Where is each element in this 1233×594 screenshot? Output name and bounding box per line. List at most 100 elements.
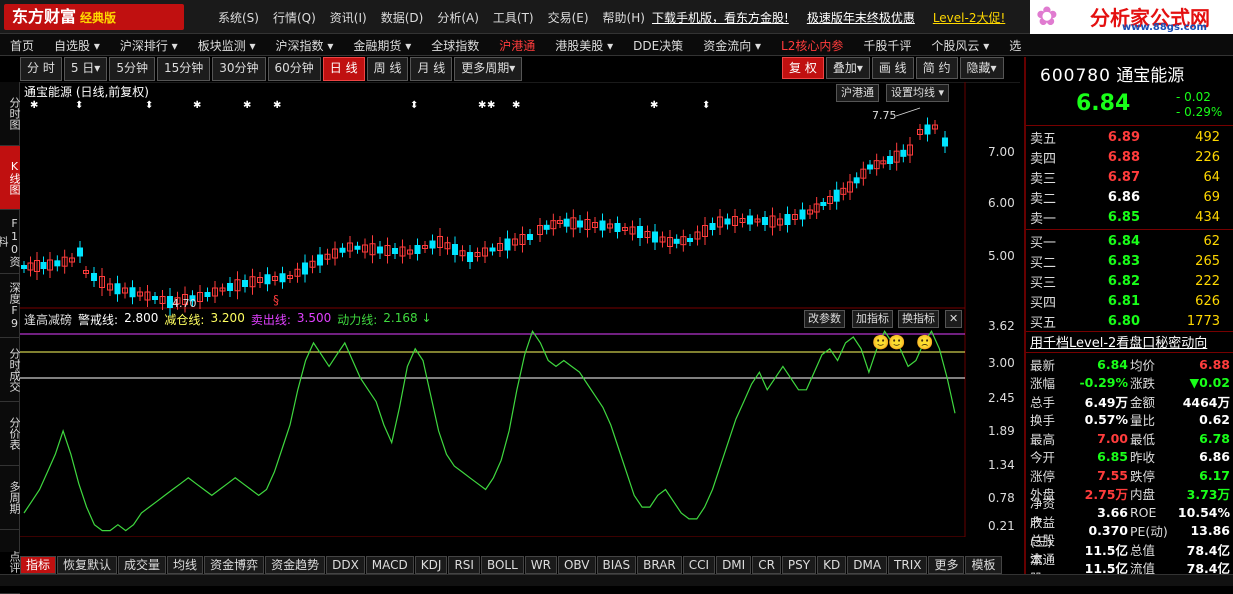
indicator-tab[interactable]: OBV [557, 556, 596, 574]
indicator-tab[interactable]: PSY [781, 556, 817, 574]
indicator-tab[interactable]: 资金博弈 [204, 556, 265, 574]
switch-indicator-button[interactable]: 换指标 [898, 310, 939, 328]
chart-area: 通宝能源 (日线,前复权) 7.00 6.00 5.00 ✱ ⬍ ⬍ ✱ ✱ ✱ ⬍ ✱ ✱ ✱ ✱ ⬍ … [20, 81, 1020, 552]
promo-speed-link[interactable]: 极速版年末终极优惠 [807, 9, 915, 26]
quote-row: 外盘 2.75万 内盘 3.73万 [1030, 485, 1230, 504]
nav-item[interactable]: 选 [999, 34, 1031, 55]
nav-item[interactable]: DDE决策 [623, 34, 693, 55]
menu-item[interactable]: 交易(E) [548, 9, 589, 26]
period-tab[interactable]: 5分钟 [109, 57, 155, 81]
menu-item[interactable]: 行情(Q) [273, 9, 316, 26]
period-tab[interactable]: 分 时 [20, 57, 62, 81]
indicator-tab[interactable]: BRAR [637, 556, 682, 574]
indicator-tab[interactable]: 恢复默认 [57, 556, 118, 574]
nav-item[interactable]: 首页 [0, 34, 44, 55]
order-volume: 492 [1195, 129, 1220, 145]
order-price: 6.84 [1107, 233, 1140, 249]
period-tab[interactable]: 15分钟 [156, 57, 211, 81]
nav-item[interactable]: L2核心内参 [771, 34, 853, 55]
left-tab[interactable]: K线图 [0, 146, 21, 210]
indicator-tab[interactable]: 模板 [965, 556, 1002, 574]
menu-item[interactable]: 资讯(I) [330, 9, 367, 26]
nav-item[interactable]: 全球指数 [421, 34, 489, 55]
quote-key: 金额 [1130, 394, 1156, 410]
period-tab[interactable]: 更多周期▾ [454, 57, 523, 81]
indicator-tab[interactable]: CCI [682, 556, 716, 574]
indicator-tab[interactable]: RSI [448, 556, 480, 574]
promo-mobile-link[interactable]: 下载手机版，看东方金股! [652, 9, 789, 26]
indicator-tab[interactable]: 指标 [20, 556, 57, 574]
order-row: 卖二 6.86 69 [1030, 187, 1226, 207]
indicator-tick: 1.89 [988, 424, 1015, 438]
period-tab[interactable]: 60分钟 [267, 57, 321, 81]
candle-body [279, 273, 286, 283]
indicator-tab[interactable]: 更多 [928, 556, 965, 574]
left-tab[interactable]: 分时图 [0, 82, 21, 146]
indicator-tab[interactable]: KD [817, 556, 847, 574]
nav-item[interactable]: 港股美股 ▾ [545, 34, 623, 55]
indicator-tab[interactable]: TRIX [888, 556, 928, 574]
period-tab[interactable]: 月 线 [410, 57, 453, 81]
indicator-tab[interactable]: CR [752, 556, 781, 574]
period-tab[interactable]: 30分钟 [212, 57, 266, 81]
chart-option-button[interactable]: 简 约 [915, 57, 958, 79]
indicator-tab[interactable]: DMI [716, 556, 752, 574]
brand-banner: ✿ 分析家公式网 www.88gs.com [1030, 0, 1233, 34]
nav-item[interactable]: 个股风云 ▾ [921, 34, 999, 55]
nav-item[interactable]: 千股千评 [853, 34, 921, 55]
indicator-tab[interactable]: 成交量 [118, 556, 167, 574]
nav-item[interactable]: 沪深指数 ▾ [266, 34, 344, 55]
indicator-tab[interactable]: WR [524, 556, 557, 574]
chart-option-button[interactable]: 隐藏▾ [959, 57, 1004, 79]
event-marker-icon: ✱ [273, 100, 281, 111]
chart-option-button[interactable]: 叠加▾ [825, 57, 870, 79]
menu-item[interactable]: 分析(A) [437, 9, 479, 26]
nav-item[interactable]: 板块监测 ▾ [188, 34, 266, 55]
period-tab[interactable]: 日 线 [322, 57, 365, 81]
indicator-tab[interactable]: 资金趋势 [265, 556, 326, 574]
menu-item[interactable]: 数据(D) [381, 9, 424, 26]
menu-item[interactable]: 系统(S) [218, 9, 259, 26]
quote-value: ▼0.02 [1189, 375, 1230, 391]
quote-value: 10.54% [1177, 504, 1230, 520]
menu-item[interactable]: 工具(T) [493, 9, 534, 26]
order-price: 6.81 [1107, 293, 1140, 309]
left-tab[interactable]: 分价表 [0, 402, 21, 466]
quote-value: 6.85 [1097, 449, 1128, 465]
left-tab[interactable]: F10资料 [0, 210, 21, 274]
indicator-tab[interactable]: KDJ [414, 556, 448, 574]
close-indicator-icon[interactable]: ✕ [945, 310, 963, 328]
ask-book: 卖五 6.89 492 卖四 6.88 226 卖三 6.87 64 卖二 6.86 69 卖一 6.85… [1030, 127, 1226, 227]
set-ma-button[interactable]: 设置均线 ▾ [886, 84, 950, 102]
nav-item[interactable]: 金融期货 ▾ [343, 34, 421, 55]
level2-promo-link[interactable]: 用千档Level-2看盘口秘密动向 [1030, 332, 1207, 351]
nav-item[interactable]: 自选股 ▾ [44, 34, 110, 55]
event-marker-icon: ⬍ [702, 100, 710, 111]
indicator-tab[interactable]: BOLL [480, 556, 524, 574]
chart-option-button[interactable]: 画 线 [871, 57, 914, 79]
indicator-tab[interactable]: DDX [326, 556, 365, 574]
chart-option-button[interactable]: 复 权 [782, 57, 824, 79]
indicator-axis: 3.62 3.00 2.45 1.89 1.34 0.78 0.21 [988, 319, 1015, 533]
indicator-tab[interactable]: BIAS [596, 556, 637, 574]
indicator-tab[interactable]: MACD [365, 556, 414, 574]
indicator-tab[interactable]: DMA [847, 556, 888, 574]
order-price: 6.83 [1107, 253, 1140, 269]
hk-connect-button[interactable]: 沪港通 [836, 84, 879, 102]
left-tab[interactable]: 深度F9 [0, 274, 21, 338]
candle-body [527, 234, 533, 240]
left-tab[interactable]: 分时成交 [0, 338, 21, 402]
nav-item[interactable]: 沪港通 [489, 34, 545, 55]
left-tab[interactable]: 多周期 [0, 466, 21, 530]
menu-item[interactable]: 帮助(H) [603, 9, 645, 26]
order-row: 买二 6.83 265 [1030, 251, 1226, 271]
edit-params-button[interactable]: 改参数 [804, 310, 845, 328]
promo-level2-link[interactable]: Level-2大促! [933, 9, 1005, 26]
add-indicator-button[interactable]: 加指标 [852, 310, 893, 328]
indicator-tab[interactable]: 均线 [167, 556, 204, 574]
nav-item[interactable]: 资金流向 ▾ [693, 34, 771, 55]
period-tab[interactable]: 周 线 [366, 57, 409, 81]
quote-row: 最新 6.84 均价 6.88 [1030, 355, 1230, 374]
nav-item[interactable]: 沪深排行 ▾ [110, 34, 188, 55]
period-tab[interactable]: 5 日▾ [63, 57, 108, 81]
